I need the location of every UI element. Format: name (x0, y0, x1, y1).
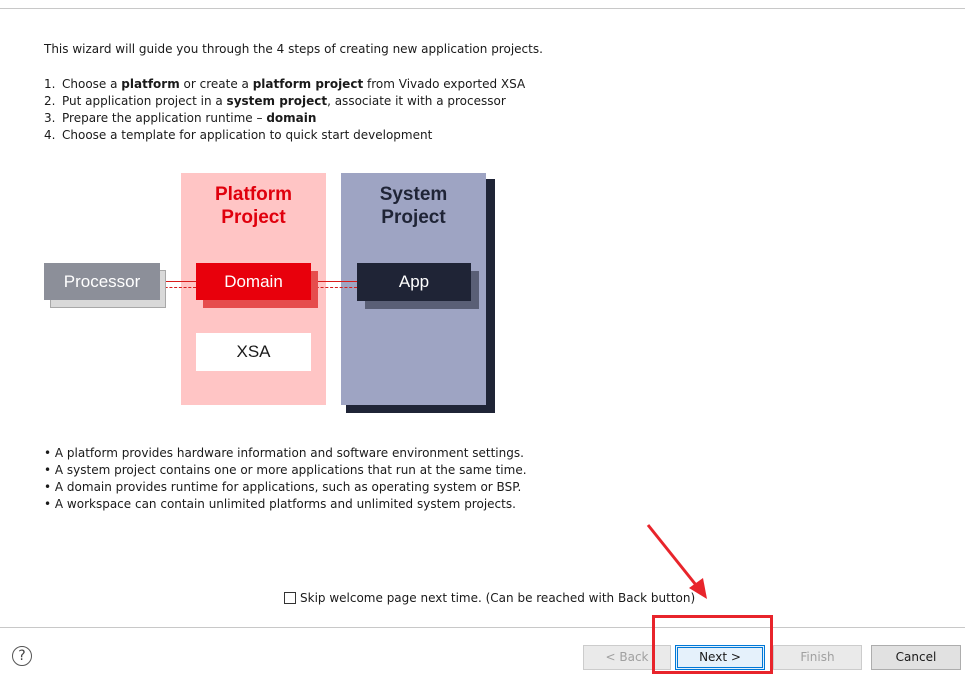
step-text: , associate it with a processor (327, 94, 506, 108)
cancel-button[interactable]: Cancel (871, 645, 961, 670)
xsa-block: XSA (196, 333, 311, 371)
step-keyword: platform project (252, 77, 364, 91)
step-number: 2. (44, 94, 56, 108)
steps-list: 1. Choose a platform or create a platform… (44, 76, 525, 144)
platform-project-title: Platform Project (181, 183, 326, 229)
step-keyword: domain (266, 111, 317, 125)
top-divider (0, 8, 965, 9)
domain-block: Domain (196, 263, 311, 300)
processor-block: Processor (44, 263, 160, 300)
bullet-item: • A platform provides hardware informati… (44, 446, 524, 460)
intro-text: This wizard will guide you through the 4… (44, 42, 543, 56)
skip-welcome-option[interactable]: Skip welcome page next time. (Can be rea… (284, 591, 695, 605)
annotation-highlight-box (652, 615, 773, 674)
step-text: Put application project in a (62, 94, 227, 108)
platform-project-title-line2: Project (221, 207, 286, 228)
step-2: 2. Put application project in a system pr… (44, 93, 525, 110)
platform-project-title-line1: Platform (214, 184, 293, 205)
step-1: 1. Choose a platform or create a platform… (44, 76, 525, 93)
skip-welcome-checkbox[interactable] (284, 592, 296, 604)
question-mark-icon[interactable]: ? (12, 646, 32, 666)
app-block: App (357, 263, 471, 301)
step-text: Prepare the application runtime – (62, 111, 267, 125)
system-project-title: System Project (341, 183, 486, 229)
step-text: from Vivado exported XSA (363, 77, 526, 91)
bullet-item: • A system project contains one or more … (44, 463, 527, 477)
step-number: 4. (44, 128, 56, 142)
skip-welcome-label: Skip welcome page next time. (Can be rea… (300, 591, 696, 605)
finish-button[interactable]: Finish (773, 645, 862, 670)
step-number: 3. (44, 111, 56, 125)
step-keyword: system project (226, 94, 328, 108)
system-project-title-line1: System (379, 184, 448, 205)
step-text: or create a (179, 77, 253, 91)
bullet-item: • A domain provides runtime for applicat… (44, 480, 522, 494)
step-number: 1. (44, 77, 56, 91)
info-bullets: • A platform provides hardware informati… (44, 445, 527, 513)
step-4: 4. Choose a template for application to q… (44, 127, 525, 144)
step-3: 3. Prepare the application runtime – doma… (44, 110, 525, 127)
step-text: Choose a template for application to qui… (62, 128, 433, 142)
button-bar-divider (0, 627, 965, 628)
step-keyword: platform (121, 77, 180, 91)
bullet-item: • A workspace can contain unlimited plat… (44, 497, 516, 511)
step-text: Choose a (62, 77, 122, 91)
system-project-title-line2: Project (381, 207, 446, 228)
architecture-diagram: Platform Project System Project Processo… (44, 170, 504, 420)
